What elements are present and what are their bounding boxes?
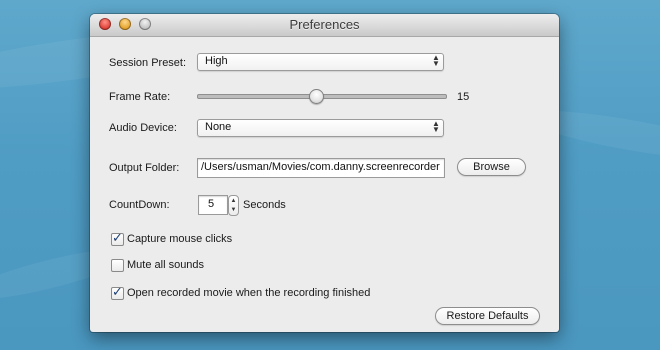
countdown-value: 5 — [208, 198, 215, 210]
session-preset-value: High — [205, 55, 228, 67]
countdown-stepper[interactable]: ▲ ▼ — [228, 195, 239, 216]
mute-all-sounds-checkbox[interactable]: ✓ — [111, 259, 124, 272]
frame-rate-slider-knob[interactable] — [309, 89, 325, 104]
capture-mouse-clicks-checkbox[interactable]: ✓ — [111, 230, 124, 246]
output-folder-label: Output Folder: — [109, 162, 180, 174]
audio-device-value: None — [205, 121, 232, 133]
audio-device-popup[interactable]: None ▲ ▼ — [197, 119, 444, 137]
checkmark-icon: ✓ — [112, 230, 123, 245]
browse-button[interactable]: Browse — [457, 158, 526, 176]
stepper-down-icon[interactable]: ▼ — [230, 206, 237, 214]
stepper-up-icon[interactable]: ▲ — [230, 197, 237, 205]
updown-arrows-icon: ▲ ▼ — [432, 53, 440, 68]
countdown-label: CountDown: — [109, 199, 170, 211]
output-folder-value: /Users/usman/Movies/com.danny.screenreco… — [201, 161, 440, 173]
open-recorded-movie-checkbox[interactable]: ✓ — [111, 284, 124, 300]
preferences-window: Preferences Session Preset: High ▲ ▼ Fram… — [90, 14, 559, 332]
audio-device-label: Audio Device: — [109, 122, 177, 134]
open-recorded-movie-label[interactable]: Open recorded movie when the recording f… — [127, 287, 370, 299]
restore-defaults-button[interactable]: Restore Defaults — [435, 307, 540, 325]
window-title: Preferences — [289, 17, 360, 32]
capture-mouse-clicks-label[interactable]: Capture mouse clicks — [127, 233, 232, 245]
countdown-unit: Seconds — [243, 199, 286, 211]
mute-all-sounds-label[interactable]: Mute all sounds — [127, 259, 204, 271]
countdown-field[interactable]: 5 — [198, 195, 228, 215]
updown-arrows-icon: ▲ ▼ — [432, 119, 440, 134]
frame-rate-label: Frame Rate: — [109, 91, 171, 103]
session-preset-popup[interactable]: High ▲ ▼ — [197, 53, 444, 71]
frame-rate-value: 15 — [457, 91, 470, 103]
session-preset-label: Session Preset: — [109, 57, 187, 69]
checkmark-icon: ✓ — [112, 284, 123, 299]
title-bar[interactable]: Preferences — [90, 14, 559, 37]
output-folder-field[interactable]: /Users/usman/Movies/com.danny.screenreco… — [197, 158, 445, 178]
